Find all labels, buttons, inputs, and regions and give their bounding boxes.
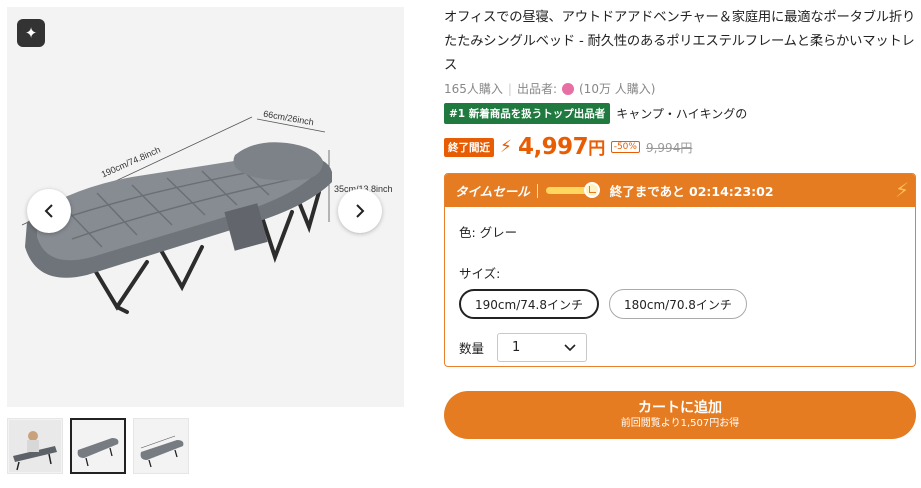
price-row: 終了間近 ⚡ 4,997円 -50% 9,994円 <box>444 134 916 160</box>
time-sale-title: タイムセール <box>455 184 530 199</box>
rank-category[interactable]: キャンプ・ハイキングの <box>616 105 747 122</box>
clock-icon <box>583 182 600 198</box>
discount-badge: -50% <box>610 141 640 153</box>
size-options: 190cm/74.8インチ 180cm/70.8インチ <box>459 289 901 319</box>
chevron-left-icon <box>44 204 53 218</box>
time-sale-box: タイムセール 終了まであと 02:14:23:02 ⚡ 色: グレー サイズ: … <box>444 173 916 367</box>
quantity-row: 数量 1 <box>459 333 901 362</box>
next-image-button[interactable] <box>338 189 382 233</box>
options-panel: 色: グレー サイズ: 190cm/74.8インチ 180cm/70.8インチ … <box>445 222 915 362</box>
original-price: 9,994円 <box>645 140 693 155</box>
add-to-cart-button[interactable]: カートに追加 前回閲覧より1,507円お得 <box>444 391 916 439</box>
thumbnail-1[interactable] <box>7 418 63 474</box>
rank-badge[interactable]: #1 新着商品を扱うトップ出品者 <box>444 103 611 124</box>
price-value: 4,997 <box>517 134 589 160</box>
rank-row: #1 新着商品を扱うトップ出品者 キャンプ・ハイキングの <box>444 103 916 124</box>
chevron-right-icon <box>356 204 365 218</box>
thumbnail-image <box>77 438 119 467</box>
quantity-value: 1 <box>512 340 521 355</box>
sale-progress-bar <box>545 182 600 198</box>
size-option-190[interactable]: 190cm/74.8インチ <box>459 289 599 319</box>
current-price: 4,997円 <box>518 134 605 160</box>
divider <box>536 183 538 198</box>
thumbnail-image <box>140 435 184 468</box>
quantity-select[interactable]: 1 <box>497 333 588 362</box>
thumbnail-strip <box>7 418 189 474</box>
seller-label: 出品者: <box>516 82 557 96</box>
previous-image-button[interactable] <box>27 189 71 233</box>
color-value: 色: グレー <box>459 225 518 240</box>
size-label: サイズ: <box>459 266 501 281</box>
savings-label: 前回閲覧より1,507円お得 <box>620 418 740 429</box>
quantity-label: 数量 <box>459 341 485 356</box>
time-sale-header: タイムセール 終了まであと 02:14:23:02 ⚡ <box>445 174 915 207</box>
thumbnail-image <box>9 420 61 472</box>
product-info-panel: オフィスでの昼寝、アウトドアアドベンチャー＆家庭用に最適なポータブル折りたたみシ… <box>444 0 916 439</box>
add-to-cart-label: カートに追加 <box>638 400 722 416</box>
ending-soon-badge: 終了間近 <box>444 137 494 157</box>
thumbnail-2[interactable] <box>70 418 126 474</box>
price-currency: 円 <box>588 139 605 159</box>
lightning-icon: ⚡ <box>894 178 909 202</box>
thumbnail-3[interactable] <box>133 418 189 474</box>
sparkle-icon[interactable]: ✦ <box>17 19 45 47</box>
chevron-down-icon <box>564 343 576 351</box>
sales-info: 165人購入 | 出品者: (10万 人購入) <box>444 81 656 97</box>
seller-sold-count: (10万 人購入) <box>579 82 656 96</box>
size-option-180[interactable]: 180cm/70.8インチ <box>608 289 747 319</box>
lightning-icon: ⚡ <box>500 137 512 157</box>
seller-avatar[interactable] <box>562 82 574 95</box>
sale-countdown: 終了まであと 02:14:23:02 <box>609 184 774 199</box>
product-title: オフィスでの昼寝、アウトドアアドベンチャー＆家庭用に最適なポータブル折りたたみシ… <box>444 10 916 73</box>
sold-count: 165人購入 <box>444 82 503 96</box>
product-main-image[interactable]: 66cm/26inch 190cm/74.8inch 35cm/13.8inch… <box>7 7 404 407</box>
